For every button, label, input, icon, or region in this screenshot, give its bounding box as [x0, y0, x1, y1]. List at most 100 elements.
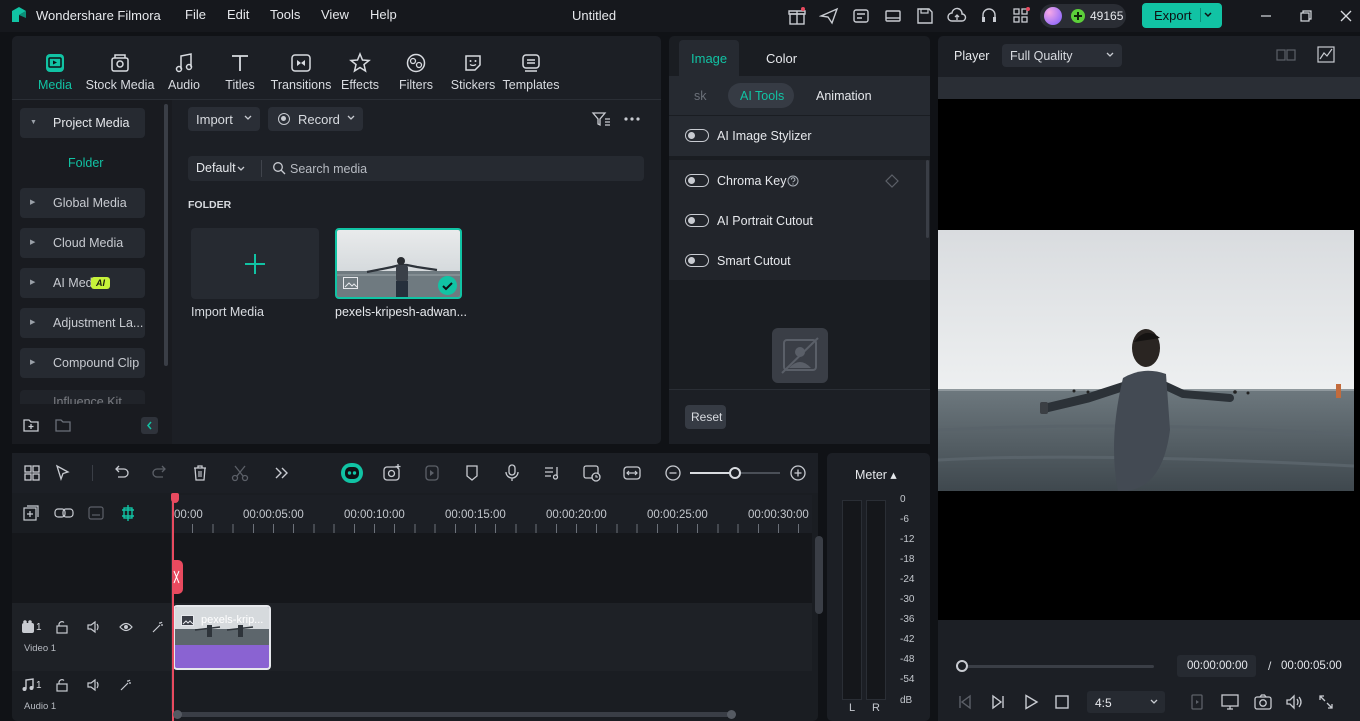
- ai-portrait-cutout-toggle[interactable]: [685, 214, 709, 227]
- audio-mix-icon[interactable]: [542, 463, 562, 483]
- apps-grid-icon[interactable]: [1011, 6, 1031, 26]
- magic-wand-icon[interactable]: [119, 678, 133, 692]
- render-preview-icon[interactable]: [1189, 694, 1205, 710]
- scrollbar-handle-left[interactable]: [173, 710, 182, 719]
- headset-icon[interactable]: [979, 6, 999, 26]
- speaker-icon[interactable]: [87, 620, 101, 634]
- zoom-in-icon[interactable]: [788, 463, 808, 483]
- sidebar-item-compound-clip[interactable]: ▶ Compound Clip: [20, 348, 145, 378]
- tab-templates[interactable]: Templates: [495, 52, 567, 94]
- properties-scrollbar[interactable]: [926, 160, 929, 238]
- chroma-key-toggle[interactable]: [685, 174, 709, 187]
- scissors-icon[interactable]: [230, 463, 250, 483]
- aspect-ratio-dropdown[interactable]: 4:5: [1087, 691, 1165, 713]
- template-icon[interactable]: [851, 6, 871, 26]
- gift-icon[interactable]: [787, 6, 807, 26]
- keyframe-icon[interactable]: [885, 174, 899, 188]
- reset-button[interactable]: Reset: [685, 405, 726, 429]
- restore-icon[interactable]: [1298, 8, 1314, 24]
- media-clip-thumbnail[interactable]: [335, 228, 462, 299]
- play-icon[interactable]: [1023, 694, 1039, 710]
- fullscreen-icon[interactable]: [1318, 694, 1334, 710]
- screen-icon[interactable]: [883, 6, 903, 26]
- layout-icon[interactable]: [1276, 47, 1296, 63]
- playback-progress-track[interactable]: [962, 665, 1154, 668]
- sidebar-scrollbar[interactable]: [164, 104, 168, 366]
- import-button[interactable]: Import: [188, 107, 260, 131]
- prev-frame-icon[interactable]: [957, 694, 973, 710]
- auto-reframe-icon[interactable]: [422, 463, 442, 483]
- menu-tools[interactable]: Tools: [270, 0, 300, 30]
- sidebar-item-global-media[interactable]: ▶ Global Media: [20, 188, 145, 218]
- menu-edit[interactable]: Edit: [227, 0, 249, 30]
- select-cursor-icon[interactable]: [53, 463, 73, 483]
- filter-icon[interactable]: [591, 110, 611, 128]
- zoom-out-icon[interactable]: [663, 463, 683, 483]
- ai-image-stylizer-toggle[interactable]: [685, 129, 709, 142]
- fit-timeline-icon[interactable]: [622, 463, 642, 483]
- more-tools-icon[interactable]: [271, 463, 291, 483]
- tab-image[interactable]: Image: [679, 40, 739, 76]
- display-icon[interactable]: [1221, 694, 1239, 710]
- layout-grid-icon[interactable]: [22, 463, 42, 483]
- delete-icon[interactable]: [190, 463, 210, 483]
- quality-dropdown[interactable]: Full Quality: [1002, 44, 1122, 67]
- record-button[interactable]: Record: [268, 107, 363, 131]
- folder-icon[interactable]: [54, 416, 72, 434]
- speed-icon[interactable]: [582, 463, 602, 483]
- playhead-cut-marker[interactable]: [172, 560, 183, 594]
- scopes-icon[interactable]: [1317, 46, 1335, 63]
- add-track-icon[interactable]: [22, 504, 40, 522]
- redo-icon[interactable]: [150, 463, 170, 483]
- tab-media[interactable]: Media: [19, 52, 91, 94]
- import-media-tile[interactable]: [191, 228, 319, 299]
- save-icon[interactable]: [915, 6, 935, 26]
- undo-icon[interactable]: [111, 463, 131, 483]
- stop-icon[interactable]: [1055, 695, 1069, 709]
- ai-image-icon[interactable]: [382, 463, 402, 483]
- lock-icon[interactable]: [55, 678, 69, 692]
- playback-progress-handle[interactable]: [956, 660, 968, 672]
- send-icon[interactable]: [819, 6, 839, 26]
- meter-label[interactable]: Meter ▴: [855, 467, 897, 482]
- next-frame-icon[interactable]: [990, 694, 1006, 710]
- snap-icon[interactable]: [119, 504, 137, 522]
- playhead-line[interactable]: [172, 495, 174, 721]
- close-icon[interactable]: [1338, 8, 1354, 24]
- sort-dropdown[interactable]: Default: [196, 161, 251, 177]
- playhead-handle[interactable]: [171, 493, 179, 503]
- sidebar-item-adjustment-layer[interactable]: ▶ Adjustment La...: [20, 308, 145, 338]
- more-options-icon[interactable]: [623, 110, 641, 128]
- snapshot-icon[interactable]: [1254, 694, 1272, 710]
- speaker-icon[interactable]: [87, 678, 101, 692]
- menu-view[interactable]: View: [321, 0, 349, 30]
- sidebar-item-project-media[interactable]: ▼ Project Media: [20, 108, 145, 138]
- zoom-slider-handle[interactable]: [729, 467, 741, 479]
- current-time-field[interactable]: 00:00:00:00: [1177, 655, 1256, 677]
- magic-wand-icon[interactable]: [151, 620, 165, 634]
- search-input[interactable]: [290, 158, 630, 179]
- sidebar-item-cloud-media[interactable]: ▶ Cloud Media: [20, 228, 145, 258]
- new-folder-icon[interactable]: [22, 416, 40, 434]
- caption-icon[interactable]: [87, 504, 105, 522]
- volume-icon[interactable]: [1285, 694, 1303, 710]
- tab-stock-media[interactable]: Stock Media: [84, 52, 156, 94]
- timeline-vertical-scrollbar[interactable]: [815, 536, 823, 614]
- lock-icon[interactable]: [55, 620, 69, 634]
- microphone-icon[interactable]: [502, 463, 522, 483]
- link-icon[interactable]: [54, 504, 74, 522]
- scrollbar-handle-right[interactable]: [727, 710, 736, 719]
- smart-cutout-toggle[interactable]: [685, 254, 709, 267]
- collapse-sidebar-icon[interactable]: [141, 417, 158, 434]
- marker-icon[interactable]: [462, 463, 482, 483]
- help-icon[interactable]: [787, 175, 799, 187]
- sidebar-item-ai-media[interactable]: ▶ AI Media AI: [20, 268, 145, 298]
- sidebar-item-folder[interactable]: Folder: [68, 156, 103, 170]
- credits-badge[interactable]: 49165: [1040, 4, 1126, 28]
- menu-help[interactable]: Help: [370, 0, 397, 30]
- subtab-ai-tools[interactable]: AI Tools: [728, 83, 794, 108]
- sidebar-item-influence-kit[interactable]: Influence Kit: [20, 390, 145, 404]
- menu-file[interactable]: File: [185, 0, 206, 30]
- minimize-icon[interactable]: [1258, 8, 1274, 24]
- timeline-horizontal-scrollbar[interactable]: [175, 712, 735, 717]
